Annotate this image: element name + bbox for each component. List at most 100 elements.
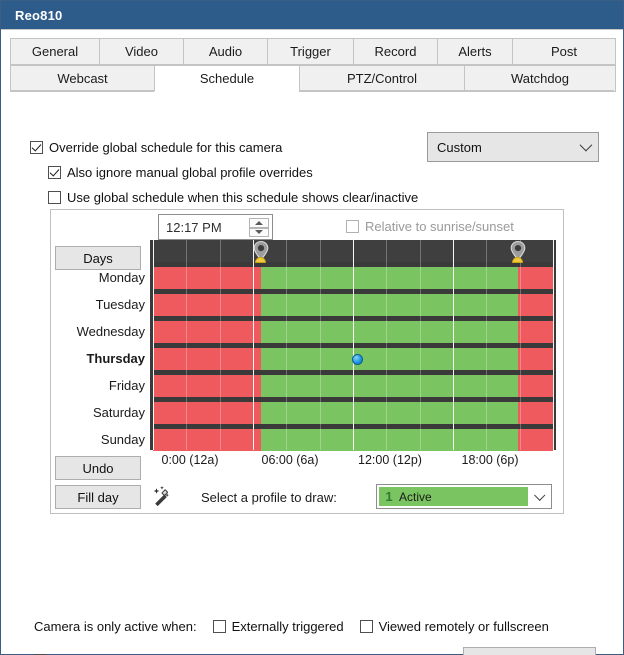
tab-label: Post bbox=[550, 44, 577, 59]
use-global-when-clear-label: Use global schedule when this schedule s… bbox=[67, 190, 419, 205]
segment-active[interactable] bbox=[261, 375, 518, 397]
tab-strip: General Video Audio Trigger Record Alerts Post… bbox=[10, 38, 616, 92]
segment-inactive[interactable] bbox=[153, 402, 262, 424]
tab-webcast[interactable]: Webcast bbox=[10, 65, 154, 92]
tab-schedule[interactable]: Schedule bbox=[154, 65, 299, 92]
tab-label: PTZ/Control bbox=[346, 71, 418, 86]
weekly-schedule-grid[interactable] bbox=[150, 240, 556, 451]
segment-active[interactable] bbox=[261, 294, 518, 316]
override-global-schedule-checkbox[interactable] bbox=[30, 141, 43, 154]
viewed-remotely-row[interactable]: Viewed remotely or fullscreen bbox=[359, 619, 549, 634]
tab-label: Schedule bbox=[199, 71, 255, 86]
tab-post[interactable]: Post bbox=[512, 38, 616, 65]
segment-inactive[interactable] bbox=[518, 348, 553, 370]
profile-swatch: 1 Active bbox=[379, 487, 528, 506]
relative-to-sunrise-label: Relative to sunrise/sunset bbox=[365, 219, 514, 234]
schedule-row-tuesday[interactable] bbox=[153, 294, 553, 316]
schedule-editor-panel: 12:17 PM Relative to sunrise/sunset Days… bbox=[50, 209, 564, 514]
tab-strip-underline bbox=[10, 90, 614, 91]
segment-active[interactable] bbox=[261, 321, 518, 343]
schedule-grid-header[interactable] bbox=[153, 240, 553, 262]
schedule-row-wednesday[interactable] bbox=[153, 321, 553, 343]
segment-inactive[interactable] bbox=[153, 429, 262, 451]
schedule-preset-dropdown[interactable]: Custom bbox=[427, 132, 599, 162]
day-label-wednesday[interactable]: Wednesday bbox=[25, 321, 145, 343]
viewed-remotely-label: Viewed remotely or fullscreen bbox=[378, 619, 549, 634]
tab-row-primary: General Video Audio Trigger Record Alerts Post bbox=[10, 38, 616, 65]
use-global-when-clear-row[interactable]: Use global schedule when this schedule s… bbox=[48, 190, 418, 205]
chevron-down-icon bbox=[579, 138, 593, 152]
schedule-page: Override global schedule for this camera… bbox=[1, 92, 623, 655]
segment-inactive[interactable] bbox=[518, 267, 553, 289]
events-schedule-button[interactable]: Events schedule... bbox=[463, 647, 596, 655]
schedule-row-friday[interactable] bbox=[153, 375, 553, 397]
window-title: Reo810 bbox=[15, 7, 63, 23]
spinner-down-button[interactable] bbox=[249, 227, 269, 237]
schedule-row-sunday[interactable] bbox=[153, 429, 553, 451]
schedule-row-saturday[interactable] bbox=[153, 402, 553, 424]
tab-record[interactable]: Record bbox=[353, 38, 437, 65]
tab-audio[interactable]: Audio bbox=[183, 38, 267, 65]
segment-active[interactable] bbox=[261, 402, 518, 424]
schedule-row-monday[interactable] bbox=[153, 267, 553, 289]
tab-video[interactable]: Video bbox=[99, 38, 183, 65]
override-global-schedule-label: Override global schedule for this camera bbox=[49, 140, 283, 155]
fill-day-button-label: Fill day bbox=[77, 489, 119, 505]
relative-to-sunrise-row[interactable]: Relative to sunrise/sunset bbox=[346, 219, 514, 234]
externally-triggered-row[interactable]: Externally triggered bbox=[212, 619, 344, 634]
day-label-thursday[interactable]: Thursday bbox=[25, 348, 145, 370]
window-client-area: General Video Audio Trigger Record Alerts Post… bbox=[1, 29, 623, 655]
segment-active[interactable] bbox=[261, 429, 518, 451]
spinner-up-button[interactable] bbox=[249, 218, 269, 228]
schedule-preset-value: Custom bbox=[437, 139, 482, 155]
axis-label: 12:00 (12p) bbox=[358, 453, 422, 467]
day-label-monday[interactable]: Monday bbox=[25, 267, 145, 289]
tab-ptz-control[interactable]: PTZ/Control bbox=[299, 65, 464, 92]
segment-inactive[interactable] bbox=[153, 294, 262, 316]
day-label-friday[interactable]: Friday bbox=[25, 375, 145, 397]
segment-inactive[interactable] bbox=[518, 321, 553, 343]
chevron-down-icon bbox=[534, 489, 546, 501]
day-label-saturday[interactable]: Saturday bbox=[25, 402, 145, 424]
segment-inactive[interactable] bbox=[153, 267, 262, 289]
tab-label: Trigger bbox=[290, 44, 331, 59]
segment-inactive[interactable] bbox=[153, 348, 262, 370]
viewed-remotely-checkbox[interactable] bbox=[359, 620, 373, 633]
segment-inactive[interactable] bbox=[518, 402, 553, 424]
profile-dropdown[interactable]: 1 Active bbox=[376, 484, 552, 509]
time-spinner-value: 12:17 PM bbox=[166, 219, 222, 235]
use-global-when-clear-checkbox[interactable] bbox=[48, 191, 61, 204]
tab-watchdog[interactable]: Watchdog bbox=[464, 65, 616, 92]
days-button-label: Days bbox=[83, 250, 113, 266]
segment-inactive[interactable] bbox=[153, 375, 262, 397]
undo-button[interactable]: Undo bbox=[55, 456, 141, 480]
time-axis-labels: 0:00 (12a) 06:00 (6a) 12:00 (12p) 18:00 (6p… bbox=[150, 453, 556, 471]
camera-active-when-label: Camera is only active when: bbox=[34, 619, 197, 634]
magic-wand-icon[interactable] bbox=[149, 485, 173, 509]
profile-number: 1 bbox=[385, 489, 393, 504]
profile-prompt-label: Select a profile to draw: bbox=[201, 490, 337, 505]
segment-inactive[interactable] bbox=[153, 321, 262, 343]
tab-general[interactable]: General bbox=[10, 38, 99, 65]
tab-alerts[interactable]: Alerts bbox=[437, 38, 512, 65]
current-time-marker bbox=[352, 353, 364, 365]
day-label-tuesday[interactable]: Tuesday bbox=[25, 294, 145, 316]
externally-triggered-checkbox[interactable] bbox=[212, 620, 226, 633]
day-label-sunday[interactable]: Sunday bbox=[25, 429, 145, 451]
override-global-schedule-row[interactable]: Override global schedule for this camera bbox=[30, 140, 282, 155]
ignore-manual-overrides-checkbox[interactable] bbox=[48, 166, 61, 179]
tab-trigger[interactable]: Trigger bbox=[267, 38, 353, 65]
time-spinner-arrows[interactable] bbox=[249, 218, 269, 237]
axis-label: 0:00 (12a) bbox=[161, 453, 219, 467]
segment-inactive[interactable] bbox=[518, 294, 553, 316]
segment-inactive[interactable] bbox=[518, 429, 553, 451]
ignore-manual-overrides-row[interactable]: Also ignore manual global profile overri… bbox=[48, 165, 313, 180]
segment-active[interactable] bbox=[261, 267, 518, 289]
time-spinner[interactable]: 12:17 PM bbox=[158, 214, 273, 240]
camera-properties-window: Reo810 General Video Audio Trigger Record Ale… bbox=[0, 0, 624, 655]
relative-to-sunrise-checkbox[interactable] bbox=[346, 220, 359, 233]
segment-active[interactable] bbox=[261, 348, 518, 370]
segment-inactive[interactable] bbox=[518, 375, 553, 397]
fill-day-button[interactable]: Fill day bbox=[55, 485, 141, 509]
axis-label: 18:00 (6p) bbox=[461, 453, 519, 467]
